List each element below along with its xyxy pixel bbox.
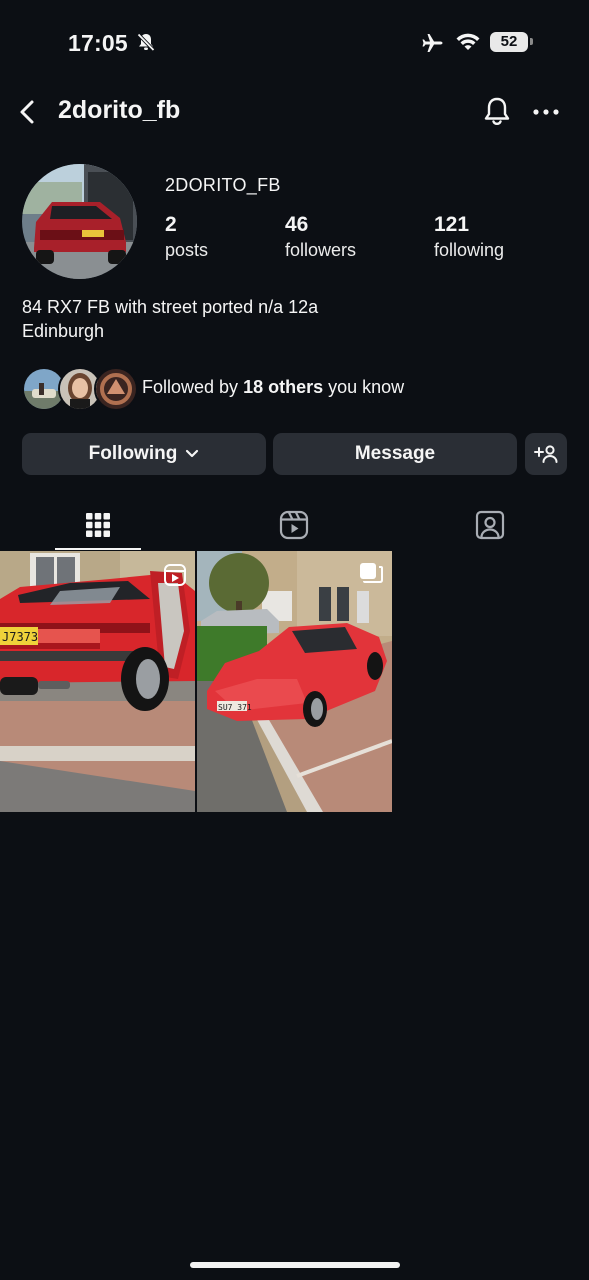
mutual-count: 18 others [243, 377, 324, 397]
message-button[interactable]: Message [273, 433, 517, 475]
add-user-button[interactable] [525, 433, 567, 475]
stat-posts-count: 2 [165, 213, 177, 236]
post-thumbnail[interactable]: J7373 [0, 551, 195, 812]
profile-tabs [0, 500, 589, 550]
stat-posts-label: posts [165, 240, 209, 260]
mutual-avatar [94, 367, 138, 411]
profile-bio: 84 RX7 FB with street ported n/a 12a Edi… [22, 295, 318, 343]
profile-display-name: 2DORITO_FB [165, 175, 281, 195]
tagged-person-icon [475, 510, 505, 540]
chevron-down-icon [185, 449, 199, 459]
header-username: 2dorito_fb [58, 96, 181, 124]
tab-tagged[interactable] [392, 500, 588, 550]
stat-followers-count: 46 [285, 213, 309, 236]
tab-reels[interactable] [196, 500, 392, 550]
stat-following[interactable]: 121 following [434, 212, 504, 262]
mutual-followers-text: Followed by 18 others you know [142, 377, 404, 398]
stat-posts[interactable]: 2 posts [165, 212, 208, 262]
back-chevron-icon[interactable] [12, 96, 44, 128]
posts-grid: J7373 SU7 371 [0, 551, 589, 813]
status-bar: 17:05 52 [0, 28, 589, 60]
svg-text:SU7 371: SU7 371 [218, 703, 252, 712]
bio-line-description: 84 RX7 FB with street ported n/a 12a [22, 297, 319, 317]
bio-line-location: Edinburgh [22, 321, 105, 341]
battery-nub [530, 38, 533, 45]
profile-header: 2dorito_fb [0, 90, 589, 136]
tab-posts-grid[interactable] [0, 500, 196, 550]
reels-icon [279, 510, 309, 540]
add-person-icon [534, 444, 558, 464]
mutual-prefix: Followed by [142, 377, 244, 397]
stat-followers-label: followers [285, 240, 357, 260]
status-time: 17:05 [68, 30, 128, 56]
airplane-icon [421, 31, 445, 60]
battery-icon: 52 [490, 32, 528, 52]
profile-avatar[interactable] [22, 164, 137, 279]
more-options-icon[interactable] [530, 98, 562, 131]
svg-text:J7373: J7373 [2, 630, 38, 644]
bell-muted-icon [136, 32, 156, 57]
grid-icon [85, 512, 111, 538]
message-button-label: Message [354, 443, 436, 464]
mutual-avatars [22, 367, 138, 411]
notification-bell-icon[interactable] [480, 95, 514, 134]
stat-following-label: following [434, 240, 505, 260]
mutual-followers[interactable]: Followed by 18 others you know [22, 367, 582, 411]
wifi-icon [455, 32, 481, 57]
following-button[interactable]: Following [22, 433, 266, 475]
following-button-label: Following [88, 443, 178, 464]
home-indicator[interactable] [190, 1262, 400, 1268]
stat-following-count: 121 [434, 213, 470, 236]
mutual-suffix: you know [323, 377, 405, 397]
post-thumbnail[interactable]: SU7 371 [197, 551, 392, 812]
stat-followers[interactable]: 46 followers [285, 212, 356, 262]
